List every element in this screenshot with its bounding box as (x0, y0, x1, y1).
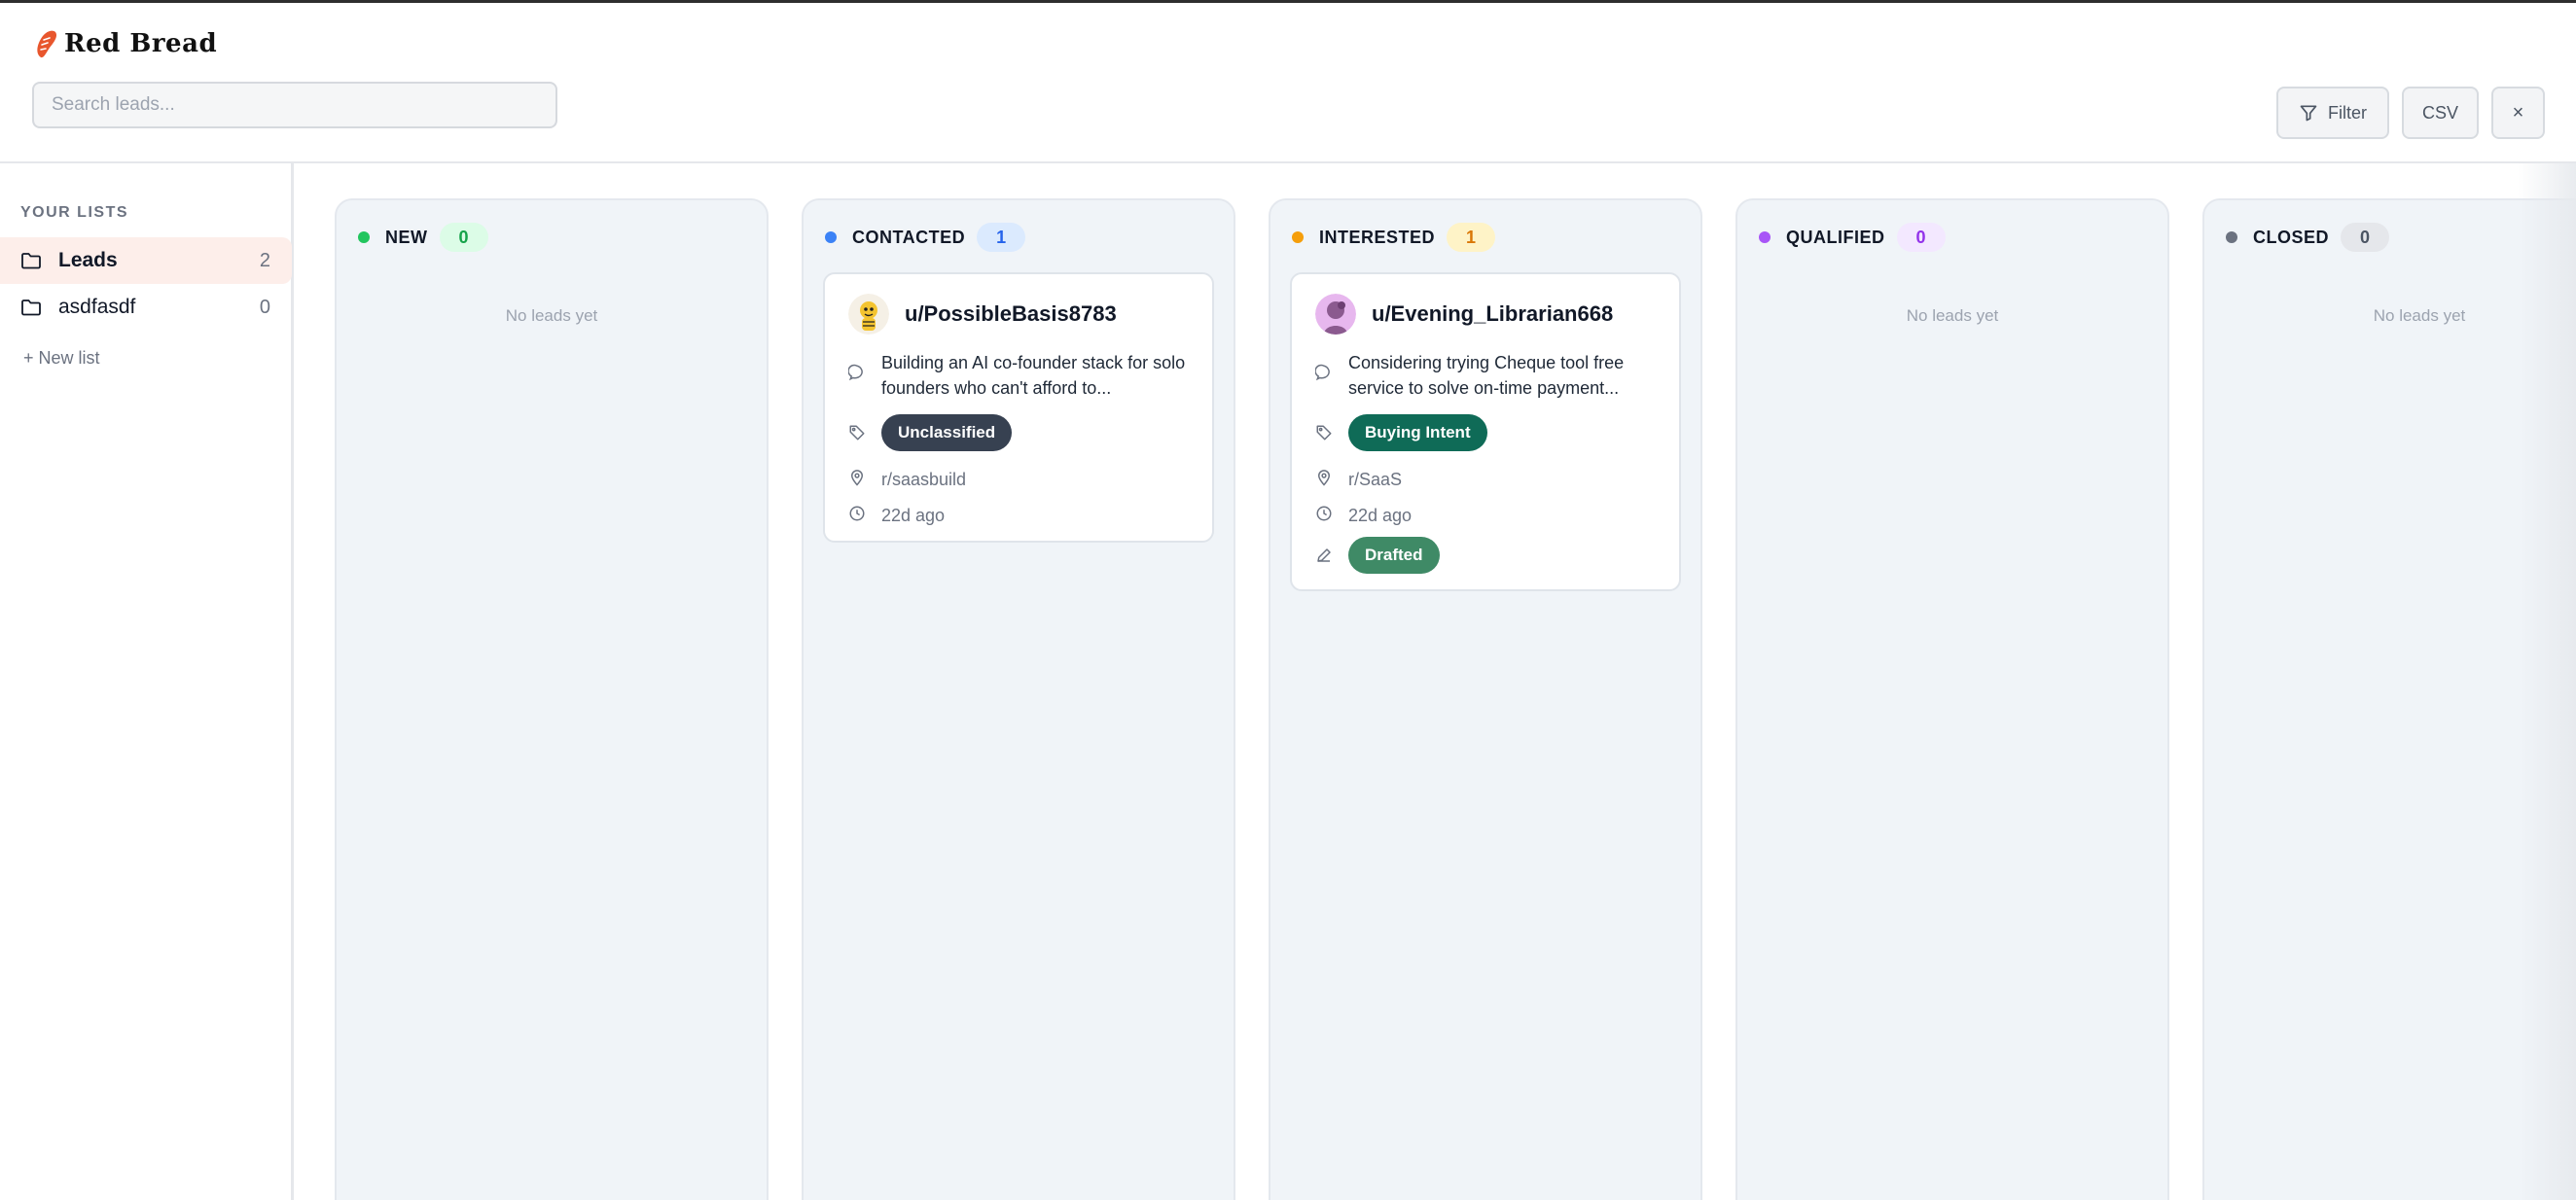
column-header: INTERESTED 1 (1292, 222, 1496, 253)
status-dot (1292, 231, 1304, 243)
lead-description-row: Building an AI co-founder stack for solo… (848, 350, 1193, 401)
lead-username[interactable]: u/Evening_Librarian668 (1372, 301, 1613, 327)
lead-subreddit[interactable]: r/saasbuild (881, 469, 966, 490)
lead-time: 22d ago (1348, 506, 1413, 525)
lead-tag-row: Buying Intent (1315, 414, 1487, 451)
empty-state: No leads yet (2373, 306, 2466, 325)
avatar-image (1315, 294, 1356, 335)
status-dot (2226, 231, 2237, 243)
column-count-badge: 1 (1447, 223, 1496, 252)
lead-description: Considering trying Cheque tool free serv… (1348, 353, 1625, 398)
pencil-icon (1317, 548, 1331, 562)
column-header: CLOSED 0 (2226, 222, 2390, 253)
tag-icon (1316, 425, 1332, 441)
filter-button[interactable]: Filter (2276, 87, 2389, 139)
status-dot (825, 231, 837, 243)
column-count-badge: 1 (977, 223, 1026, 252)
location-pin-icon (850, 470, 864, 486)
column-count-badge: 0 (2341, 223, 2390, 252)
column-contacted: CONTACTED 1 u/PossibleBasis8783 Building… (802, 198, 1235, 1200)
column-title: CLOSED (2253, 227, 2330, 247)
clock-icon (1316, 506, 1332, 521)
filter-button-label: Filter (2328, 102, 2367, 123)
lead-subreddit-row: r/SaaS (1315, 469, 1402, 490)
tag-badge[interactable]: Unclassified (881, 414, 1013, 451)
close-button[interactable]: × (2491, 87, 2545, 139)
app-logo[interactable]: Red Bread (33, 28, 217, 59)
folder-icon (21, 300, 41, 316)
column-header: CONTACTED 1 (825, 222, 1026, 253)
lead-description: Building an AI co-founder stack for solo… (881, 353, 1186, 398)
tag-badge[interactable]: Buying Intent (1348, 414, 1487, 451)
column-title: INTERESTED (1319, 227, 1436, 247)
sidebar-item-asdfasdf[interactable]: asdfasdf 0 (0, 284, 292, 331)
column-count-badge: 0 (439, 223, 488, 252)
app-name: Red Bread (64, 29, 218, 58)
column-closed: CLOSED 0 No leads yet (2202, 198, 2576, 1200)
sidebar-title: YOUR LISTS (20, 204, 129, 221)
column-header: QUALIFIED 0 (1759, 222, 1946, 253)
clock-icon (849, 506, 865, 521)
close-icon: × (2512, 101, 2524, 124)
column-count-badge: 0 (1896, 223, 1946, 252)
search-leads-input[interactable] (32, 82, 557, 128)
sidebar-item-count: 2 (259, 249, 270, 271)
lead-user: u/Evening_Librarian668 (1315, 294, 1613, 335)
location-pin-icon (1317, 470, 1331, 486)
column-qualified: QUALIFIED 0 No leads yet (1735, 198, 2169, 1200)
lead-status-row: Drafted (1315, 537, 1440, 574)
csv-button-label: CSV (2421, 102, 2458, 123)
filter-icon (2300, 105, 2317, 122)
sidebar-item-label: asdfasdf (58, 296, 136, 318)
lead-time-row: 22d ago (1315, 505, 1412, 526)
sidebar-item-leads[interactable]: Leads 2 (0, 237, 292, 284)
kanban-board: NEW 0 No leads yet CONTACTED 1 u/Possibl… (294, 163, 2576, 1200)
sidebar-item-label: Leads (58, 249, 118, 271)
status-dot (1759, 231, 1771, 243)
lead-time: 22d ago (881, 506, 946, 525)
column-new: NEW 0 No leads yet (335, 198, 769, 1200)
status-dot (358, 231, 370, 243)
column-interested: INTERESTED 1 u/Evening_Librarian668 Cons… (1269, 198, 1702, 1200)
column-title: QUALIFIED (1786, 227, 1885, 247)
lead-card[interactable]: u/Evening_Librarian668 Considering tryin… (1290, 272, 1681, 591)
empty-state: No leads yet (505, 306, 598, 325)
lists-sidebar: YOUR LISTS Leads 2 asdfasdf 0 + New list (0, 163, 294, 1200)
lead-username[interactable]: u/PossibleBasis8783 (905, 301, 1117, 327)
avatar (848, 294, 889, 335)
comment-icon (1315, 364, 1330, 381)
column-title: NEW (385, 227, 428, 247)
column-header: NEW 0 (358, 222, 488, 253)
tag-icon (849, 425, 865, 441)
folder-icon (21, 253, 41, 269)
lead-user: u/PossibleBasis8783 (848, 294, 1117, 335)
lead-card[interactable]: u/PossibleBasis8783 Building an AI co-fo… (823, 272, 1214, 543)
lead-subreddit-row: r/saasbuild (848, 469, 966, 490)
sidebar-item-count: 0 (259, 296, 270, 318)
column-title: CONTACTED (852, 227, 966, 247)
avatar-image (848, 294, 889, 335)
lead-time-row: 22d ago (848, 505, 945, 526)
new-list-button[interactable]: + New list (23, 348, 100, 369)
comment-icon (848, 364, 863, 381)
empty-state: No leads yet (1906, 306, 1999, 325)
bread-logo-icon (37, 30, 57, 58)
csv-export-button[interactable]: CSV (2402, 87, 2479, 139)
lead-subreddit[interactable]: r/SaaS (1348, 469, 1402, 490)
lead-description-row: Considering trying Cheque tool free serv… (1315, 350, 1660, 401)
status-badge[interactable]: Drafted (1348, 537, 1440, 574)
lead-tag-row: Unclassified (848, 414, 1013, 451)
avatar (1315, 294, 1356, 335)
app-header: Red Bread Filter CSV × (0, 3, 2576, 163)
